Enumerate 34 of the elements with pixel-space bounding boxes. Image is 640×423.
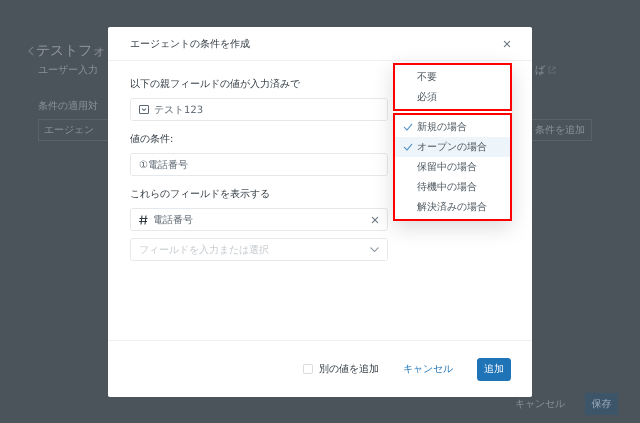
option-label: 新規の場合: [417, 120, 467, 134]
input-field[interactable]: テスト123: [130, 98, 388, 121]
clear-icon[interactable]: [371, 216, 379, 224]
option-label: 不要: [417, 71, 437, 84]
field-label: 値の条件:: [130, 133, 174, 146]
option-label: 待機中の場合: [417, 180, 477, 194]
field-label: 以下の親フィールドの値が入力済みで: [130, 78, 300, 91]
menu-option[interactable]: 待機中の場合: [395, 177, 510, 197]
input-field[interactable]: 電話番号: [130, 208, 388, 231]
dialog-title: エージェントの条件を作成: [130, 38, 250, 50]
page-subtitle: ユーザー入力: [38, 64, 98, 77]
cancel-link[interactable]: キャンセル: [397, 361, 459, 377]
option-label: 必須: [417, 90, 437, 104]
hash-icon: [139, 214, 148, 224]
field-label: これらのフィールドを表示する: [130, 188, 270, 201]
menu-option[interactable]: 保留中の場合: [395, 157, 510, 177]
menu-option[interactable]: オープンの場合: [395, 137, 510, 157]
menu-option[interactable]: 必須: [395, 87, 510, 107]
option-label: オープンの場合: [417, 140, 487, 154]
section-label: 条件の適用対: [38, 100, 98, 113]
input-field[interactable]: ①電話番号: [130, 153, 388, 176]
option-label: 保留中の場合: [417, 160, 477, 174]
add-button[interactable]: 追加: [477, 358, 511, 380]
save-button[interactable]: 保存: [585, 393, 618, 415]
external-link-icon: [548, 66, 556, 74]
menu-option[interactable]: 不要: [395, 67, 510, 87]
chevron-down-icon[interactable]: [370, 247, 379, 252]
menu-option[interactable]: 新規の場合: [395, 117, 510, 137]
add-another-value-checkbox[interactable]: 別の値を追加: [303, 362, 379, 376]
option-label: 解決済みの場合: [417, 200, 487, 214]
menu-option[interactable]: 解決済みの場合: [395, 197, 510, 217]
page-title: テストフォ: [36, 42, 106, 60]
close-icon[interactable]: [502, 38, 512, 48]
dropdown-box-icon: [139, 105, 149, 114]
